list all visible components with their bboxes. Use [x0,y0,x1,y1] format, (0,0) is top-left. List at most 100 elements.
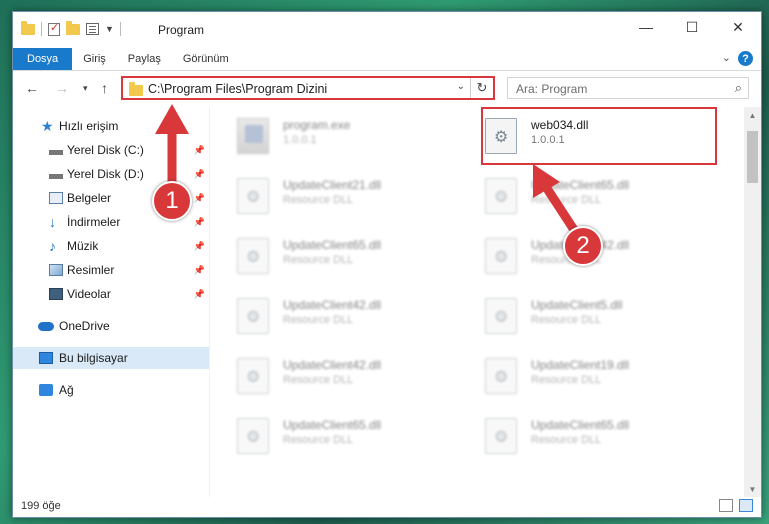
maximize-button[interactable]: ☐ [669,12,715,42]
file-item[interactable]: UpdateClient65.dll Resource DLL [459,169,689,221]
documents-icon [49,192,63,204]
scroll-down-icon[interactable]: ▼ [744,481,761,497]
scroll-thumb[interactable] [747,131,758,183]
new-folder-icon[interactable] [66,20,80,35]
sidebar-item-label: Bu bilgisayar [59,351,128,365]
address-row: ← → ▾ ↑ C:\Program Files\Program Dizini … [13,72,761,104]
sidebar-item-network[interactable]: Ağ [13,379,209,401]
pin-icon[interactable]: 📌 [194,217,205,228]
explorer-window: ▼ Program — ☐ ✕ Dosya Giriş Paylaş Görün… [12,11,762,518]
sidebar-item-onedrive[interactable]: OneDrive [13,315,209,337]
sidebar-item-pictures[interactable]: Resimler 📌 [13,259,209,281]
tab-view[interactable]: Görünüm [172,48,240,70]
pictures-icon [49,264,63,276]
refresh-icon[interactable]: ↻ [470,78,493,98]
item-count: 199 öğe [21,500,61,512]
toolbar-separator [119,22,121,36]
file-item[interactable]: UpdateClient42.dll Resource DLL [211,289,441,341]
disk-icon [49,168,63,180]
step-badge-2: 2 [563,226,603,266]
dll-file-icon [485,238,517,274]
tab-file[interactable]: Dosya [13,48,73,70]
customize-icon[interactable] [86,23,99,35]
sidebar-item-videos[interactable]: Videolar 📌 [13,283,209,305]
folder-icon [129,82,143,96]
file-name: UpdateClient65.dll [531,418,630,432]
file-version: 1.0.0.1 [283,134,317,146]
address-bar[interactable]: C:\Program Files\Program Dizini ⌄ ↻ [121,76,495,100]
file-description: Resource DLL [283,254,354,266]
highlight-box [481,107,717,165]
file-item[interactable]: UpdateClient65.dll Resource DLL [211,409,441,461]
file-list: program.exe 1.0.0.1 web034.dll 1.0.0.1 U… [211,107,743,497]
navigation-pane: ★ Hızlı erişim Yerel Disk (C:) 📌 Yerel D… [13,107,209,497]
close-button[interactable]: ✕ [715,12,761,42]
help-icon[interactable]: ? [738,51,753,66]
expand-ribbon-icon[interactable]: ⌄ [722,51,731,64]
minimize-button[interactable]: — [623,12,669,42]
dll-file-icon [485,358,517,394]
title-bar: ▼ Program — ☐ ✕ [13,12,761,48]
sidebar-item-label: Resimler [67,263,115,277]
pin-icon[interactable]: 📌 [194,289,205,300]
download-icon: ↓ [49,214,56,230]
pin-icon[interactable]: 📌 [194,145,205,156]
sidebar-item-quick-access[interactable]: ★ Hızlı erişim [13,115,209,137]
file-item[interactable]: UpdateClient19.dll Resource DLL [459,349,689,401]
file-item[interactable]: UpdateClient65.dll Resource DLL [211,229,441,281]
file-item[interactable]: UpdateClient21.dll Resource DLL [211,169,441,221]
file-item[interactable]: UpdateClient65.dll Resource DLL [459,409,689,461]
file-description: Resource DLL [531,374,602,386]
scroll-up-icon[interactable]: ▲ [744,107,761,123]
recent-locations-icon[interactable]: ▾ [83,83,88,94]
tiles-view-icon[interactable] [739,499,753,512]
file-description: Resource DLL [283,374,354,386]
file-item[interactable]: UpdateClient5.dll Resource DLL [459,289,689,341]
tab-home[interactable]: Giriş [72,48,117,70]
music-icon: ♪ [49,238,56,254]
chevron-down-icon[interactable]: ▼ [105,24,114,34]
chevron-down-icon[interactable]: ⌄ [457,81,465,92]
step-badge-1: 1 [152,181,192,221]
pin-icon[interactable]: 📌 [194,193,205,204]
search-placeholder: Ara: Program [516,82,588,96]
sidebar-item-label: Yerel Disk (C:) [67,143,144,157]
pin-icon[interactable]: 📌 [194,241,205,252]
videos-icon [49,288,63,300]
status-bar: 199 öğe [13,496,761,518]
dll-file-icon [485,298,517,334]
tab-share[interactable]: Paylaş [117,48,172,70]
cloud-icon [38,321,54,331]
address-path[interactable]: C:\Program Files\Program Dizini [148,82,327,96]
pin-icon[interactable]: 📌 [194,265,205,276]
vertical-scrollbar[interactable]: ▲ ▼ [744,107,761,497]
up-arrow-icon[interactable]: ↑ [101,80,108,96]
file-name: UpdateClient21.dll [283,178,382,192]
sidebar-item-label: Müzik [67,239,99,253]
folder-icon[interactable] [21,20,35,35]
file-item[interactable]: UpdateClient42.dll Resource DLL [211,349,441,401]
computer-icon [39,352,53,364]
sidebar-item-label: İndirmeler [67,215,121,229]
window-title: Program [158,23,205,37]
file-name: UpdateClient65.dll [283,418,382,432]
sidebar-item-music[interactable]: ♪ Müzik 📌 [13,235,209,257]
pane-divider[interactable] [209,107,210,497]
pin-icon[interactable]: 📌 [194,169,205,180]
sidebar-item-disk-c[interactable]: Yerel Disk (C:) 📌 [13,139,209,161]
details-view-icon[interactable] [719,499,733,512]
disk-icon [49,144,63,156]
search-icon[interactable]: ⌕ [735,80,742,96]
file-name: UpdateClient42.dll [283,358,382,372]
back-arrow-icon[interactable]: ← [25,80,39,96]
dll-file-icon [237,418,269,454]
file-description: Resource DLL [531,434,602,446]
network-icon [39,384,53,396]
file-item-program-exe[interactable]: program.exe 1.0.0.1 [211,109,441,161]
dll-file-icon [237,298,269,334]
search-input[interactable]: Ara: Program ⌕ [507,77,749,99]
sidebar-item-this-pc[interactable]: Bu bilgisayar [13,347,209,369]
forward-arrow-icon[interactable]: → [55,80,69,96]
properties-check-icon[interactable] [48,21,60,36]
dll-file-icon [237,178,269,214]
